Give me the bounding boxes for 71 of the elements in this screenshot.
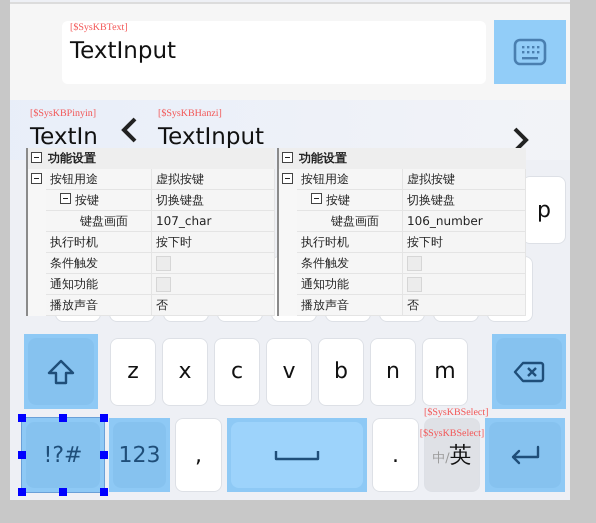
selection-handle[interactable] <box>100 488 108 496</box>
property-label: 执行时机 <box>301 234 349 250</box>
property-value: 切换键盘 <box>156 192 204 208</box>
checkbox[interactable] <box>156 276 171 292</box>
property-label: 按键 <box>326 192 350 208</box>
selection-handle[interactable] <box>18 414 26 422</box>
letter-key[interactable]: x <box>162 338 208 406</box>
collapse-icon[interactable] <box>311 193 322 204</box>
property-value: 否 <box>407 296 419 314</box>
binding-tag: [$SysKBText] <box>70 20 478 34</box>
property-value: 切换键盘 <box>407 192 455 208</box>
property-label: 播放声音 <box>301 296 349 314</box>
property-value: 虚拟按键 <box>407 170 455 188</box>
checkbox[interactable] <box>407 256 422 270</box>
property-value: 否 <box>156 296 168 314</box>
collapse-icon[interactable] <box>31 172 42 184</box>
letter-key[interactable]: n <box>370 338 416 406</box>
property-label: 通知功能 <box>50 276 98 292</box>
checkbox[interactable] <box>407 276 422 292</box>
selection-handle[interactable] <box>18 451 26 459</box>
letter-key[interactable]: m <box>422 338 468 406</box>
binding-tag: [$SysKBHanzi] <box>158 106 512 120</box>
property-label: 条件触发 <box>301 254 349 272</box>
collapse-icon[interactable] <box>31 152 42 162</box>
binding-tag: [$SysKBPinyin] <box>30 106 120 120</box>
selection-handle[interactable] <box>59 488 67 496</box>
property-label: 键盘画面 <box>331 212 379 230</box>
property-label: 执行时机 <box>50 234 98 250</box>
binding-tag: [$SysKBSelect] <box>424 406 488 419</box>
property-label: 条件触发 <box>50 254 98 272</box>
property-label: 按钮用途 <box>301 170 349 188</box>
pinyin-text: TextIn <box>30 122 99 152</box>
property-label: 键盘画面 <box>80 212 128 230</box>
property-label: 按钮用途 <box>50 170 98 188</box>
section-title: 功能设置 <box>48 150 96 167</box>
function-key[interactable]: 123 <box>113 422 166 488</box>
selection-handle[interactable] <box>100 451 108 459</box>
property-value: 107_char <box>156 214 212 228</box>
property-label: 按键 <box>75 192 99 208</box>
chevron-left-icon[interactable] <box>120 116 138 144</box>
letter-key[interactable]: c <box>214 338 260 406</box>
selection-handle[interactable] <box>18 488 26 496</box>
section-title: 功能设置 <box>299 150 347 167</box>
property-value: 虚拟按键 <box>156 170 204 188</box>
backspace-icon <box>513 360 545 382</box>
property-value: 按下时 <box>156 234 192 250</box>
selection-handle[interactable] <box>100 414 108 422</box>
letter-key[interactable]: b <box>318 338 364 406</box>
function-key[interactable]: !?# <box>26 422 100 488</box>
input-text: TextInput <box>70 36 178 66</box>
checkbox[interactable] <box>156 256 171 270</box>
space-icon <box>274 449 320 461</box>
letter-key[interactable]: v <box>266 338 312 406</box>
enter-icon <box>509 444 541 466</box>
collapse-icon[interactable] <box>282 172 293 184</box>
property-value: 按下时 <box>407 234 443 250</box>
collapse-icon[interactable] <box>282 152 293 162</box>
property-value: 106_number <box>407 214 483 228</box>
property-label: 播放声音 <box>50 296 98 314</box>
shift-icon <box>47 358 75 384</box>
keyboard-button[interactable] <box>494 20 566 84</box>
letter-key[interactable]: . <box>372 418 419 492</box>
candidate-text: TextInput <box>158 122 266 152</box>
letter-key[interactable]: z <box>110 338 156 406</box>
collapse-icon[interactable] <box>60 193 71 204</box>
letter-key[interactable]: , <box>175 418 222 492</box>
language-label: 中/英 <box>432 442 472 470</box>
keyboard-icon <box>513 38 547 66</box>
text-input-field[interactable]: [$SysKBText] TextInput <box>62 20 486 84</box>
selection-handle[interactable] <box>59 414 67 422</box>
property-label: 通知功能 <box>301 276 349 292</box>
